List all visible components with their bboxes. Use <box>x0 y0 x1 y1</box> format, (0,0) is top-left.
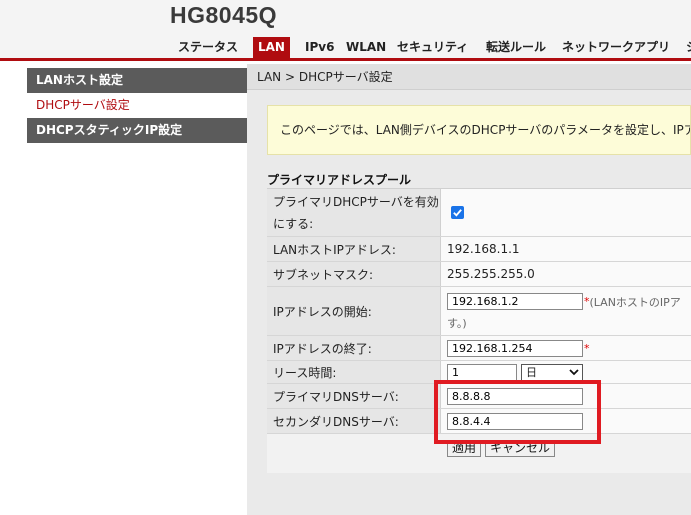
subnet-mask-value: 255.255.255.0 <box>441 262 691 286</box>
row-subnet-mask: サブネットマスク: 255.255.255.0 <box>267 262 691 287</box>
sidebar-item-dhcp-static-ip[interactable]: DHCPスタティックIP設定 <box>27 118 247 143</box>
row-enable-dhcp: プライマリDHCPサーバを有効 にする: <box>267 189 691 237</box>
lease-time-input[interactable] <box>447 363 517 381</box>
chevron-down-icon <box>569 368 579 375</box>
tab-forwarding-rules[interactable]: 転送ルール <box>481 37 551 58</box>
tab-status[interactable]: ステータス <box>173 37 243 58</box>
top-header: HG8045Q ステータス LAN IPv6 WLAN セキュリティ 転送ルール… <box>0 0 691 61</box>
sidebar-item-lan-host[interactable]: LANホスト設定 <box>27 68 247 93</box>
info-notice: このページでは、LAN側デバイスのDHCPサーバのパラメータを設定し、IPアドレ… <box>267 105 691 155</box>
main-content: LAN > DHCPサーバ設定 このページでは、LAN側デバイスのDHCPサーバ… <box>247 64 691 515</box>
tab-wlan[interactable]: WLAN <box>341 37 391 58</box>
sidebar-item-dhcp-server[interactable]: DHCPサーバ設定 <box>27 93 247 118</box>
secondary-dns-label: セカンダリDNSサーバ: <box>267 409 441 433</box>
breadcrumb: LAN > DHCPサーバ設定 <box>247 64 691 90</box>
enable-dhcp-checkbox[interactable] <box>451 206 464 219</box>
lease-unit-selected: 日 <box>526 365 537 379</box>
enable-dhcp-label-line2: にする: <box>273 216 314 231</box>
row-ip-start: IPアドレスの開始: * (LANホストのIPア す。) <box>267 287 691 336</box>
ip-end-label: IPアドレスの終了: <box>267 336 441 360</box>
enable-dhcp-value <box>441 189 691 236</box>
ip-start-input-group: * (LANホストのIPア <box>447 293 681 310</box>
ip-start-note-line1: (LANホストのIPア <box>589 295 681 309</box>
checkmark-icon <box>453 209 462 217</box>
tab-network-apps[interactable]: ネットワークアプリ <box>557 37 675 58</box>
enable-dhcp-label-line1: プライマリDHCPサーバを有効 <box>273 194 439 209</box>
section-title: プライマリアドレスプール <box>267 173 412 187</box>
ip-start-value-cell: * (LANホストのIPア す。) <box>441 287 691 335</box>
ip-start-note-line2: す。) <box>447 317 467 330</box>
enable-dhcp-label: プライマリDHCPサーバを有効 にする: <box>267 189 441 236</box>
lease-unit-select[interactable]: 日 <box>521 363 583 381</box>
subnet-mask-label: サブネットマスク: <box>267 262 441 286</box>
tab-lan[interactable]: LAN <box>253 37 290 58</box>
row-lan-host-ip: LANホストIPアドレス: 192.168.1.1 <box>267 237 691 262</box>
lan-host-ip-label: LANホストIPアドレス: <box>267 237 441 261</box>
brand-logo: HG8045Q <box>170 2 278 28</box>
tab-security[interactable]: セキュリティ <box>392 37 473 58</box>
main-nav: ステータス LAN IPv6 WLAN セキュリティ 転送ルール ネットワークア… <box>0 37 691 58</box>
required-mark: * <box>584 341 590 355</box>
ip-end-input[interactable] <box>447 339 583 357</box>
dns-highlight-box <box>434 380 601 444</box>
sidebar: LANホスト設定 DHCPサーバ設定 DHCPスタティックIP設定 <box>0 64 247 515</box>
lease-time-label: リース時間: <box>267 361 441 383</box>
tab-system[interactable]: シ <box>681 37 691 58</box>
ip-start-label: IPアドレスの開始: <box>267 287 441 335</box>
ip-start-input[interactable] <box>447 293 583 310</box>
tab-ipv6[interactable]: IPv6 <box>300 37 339 58</box>
lan-host-ip-value: 192.168.1.1 <box>441 237 691 261</box>
primary-dns-label: プライマリDNSサーバ: <box>267 384 441 408</box>
row-ip-end: IPアドレスの終了: * <box>267 336 691 361</box>
ip-end-value-cell: * <box>441 336 691 360</box>
